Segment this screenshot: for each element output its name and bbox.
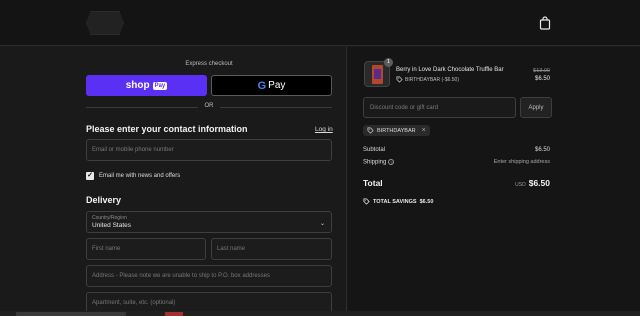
country-select[interactable]: Country/Region United States ⌄ [86, 211, 332, 233]
remove-discount-icon[interactable]: × [422, 127, 426, 134]
original-price: $13.00 [533, 68, 550, 74]
or-divider: OR [86, 103, 332, 111]
checkout-form: Express checkout shop Pay G Pay OR Pleas… [0, 47, 347, 316]
address-field[interactable]: Address - Please note we are unable to s… [86, 265, 332, 287]
savings-value: $6.50 [419, 198, 434, 205]
applied-code: BIRTHDAYBAR [377, 127, 416, 134]
applied-discount-chip: BIRTHDAYBAR × [363, 125, 430, 136]
product-discount-text: BIRTHDAYBAR (-$6.50) [405, 76, 459, 83]
store-logo[interactable] [86, 11, 124, 35]
or-label: OR [204, 103, 214, 109]
email-placeholder: Email or mobile phone number [92, 147, 174, 153]
line-price: $6.50 [534, 76, 550, 82]
country-label: Country/Region [92, 215, 127, 221]
email-field[interactable]: Email or mobile phone number [86, 139, 332, 161]
first-name-field[interactable]: First name [86, 238, 206, 260]
tag-icon [396, 76, 403, 83]
tag-icon [367, 127, 374, 134]
express-checkout-label: Express checkout [185, 61, 233, 67]
contact-heading: Please enter your contact information [86, 124, 248, 134]
address-placeholder: Address - Please note we are unable to s… [92, 273, 270, 279]
product-name: Berry in Love Dark Chocolate Truffle Bar [396, 67, 504, 73]
google-pay-label: Pay [268, 80, 286, 91]
discount-placeholder: Discount code or gift card [370, 104, 439, 111]
shipping-label: Shipping [363, 159, 387, 166]
total-savings: TOTAL SAVINGS $6.50 [363, 198, 433, 205]
delivery-heading: Delivery [86, 195, 122, 205]
discount-code-input[interactable]: Discount code or gift card [363, 97, 516, 118]
shipping-value: Enter shipping address [493, 159, 550, 165]
apartment-placeholder: Apartment, suite, etc. (optional) [92, 300, 176, 306]
header [0, 0, 640, 46]
order-summary: 1 Berry in Love Dark Chocolate Truffle B… [348, 47, 640, 316]
tag-icon [363, 198, 370, 205]
shop-pay-badge: Pay [152, 81, 168, 90]
subtotal-value: $6.50 [534, 147, 550, 153]
info-icon[interactable]: ? [388, 159, 395, 165]
apply-button[interactable]: Apply [520, 97, 552, 118]
total-currency: USD [515, 182, 526, 188]
login-link[interactable]: Log in [315, 126, 333, 133]
shipping-row: Shipping? Enter shipping address [363, 159, 550, 166]
last-name-field[interactable]: Last name [211, 238, 332, 260]
shop-pay-brand: shop [125, 80, 150, 91]
total-value: $6.50 [528, 178, 550, 188]
chevron-down-icon: ⌄ [319, 221, 325, 227]
taskbar-app-icon[interactable] [165, 312, 183, 316]
subtotal-row: Subtotal $6.50 [363, 147, 550, 153]
first-name-placeholder: First name [92, 246, 121, 252]
newsletter-row[interactable]: ✓ Email me with news and offers [86, 172, 180, 180]
taskbar-search[interactable] [16, 312, 126, 316]
subtotal-label: Subtotal [363, 147, 386, 153]
country-value: United States [92, 222, 132, 229]
newsletter-checkbox[interactable]: ✓ [86, 172, 94, 180]
newsletter-label: Email me with news and offers [99, 173, 181, 179]
savings-label: TOTAL SAVINGS [373, 198, 417, 205]
shop-pay-button[interactable]: shop Pay [86, 75, 207, 96]
total-row: Total USD $6.50 [363, 178, 550, 188]
taskbar [0, 311, 640, 316]
last-name-placeholder: Last name [217, 246, 246, 252]
product-discount: BIRTHDAYBAR (-$6.50) [396, 76, 459, 83]
google-g-icon: G [257, 79, 267, 92]
total-label: Total [363, 178, 383, 188]
shopping-bag-icon[interactable] [539, 16, 551, 30]
quantity-badge: 1 [384, 58, 393, 67]
google-pay-button[interactable]: G Pay [211, 75, 332, 96]
